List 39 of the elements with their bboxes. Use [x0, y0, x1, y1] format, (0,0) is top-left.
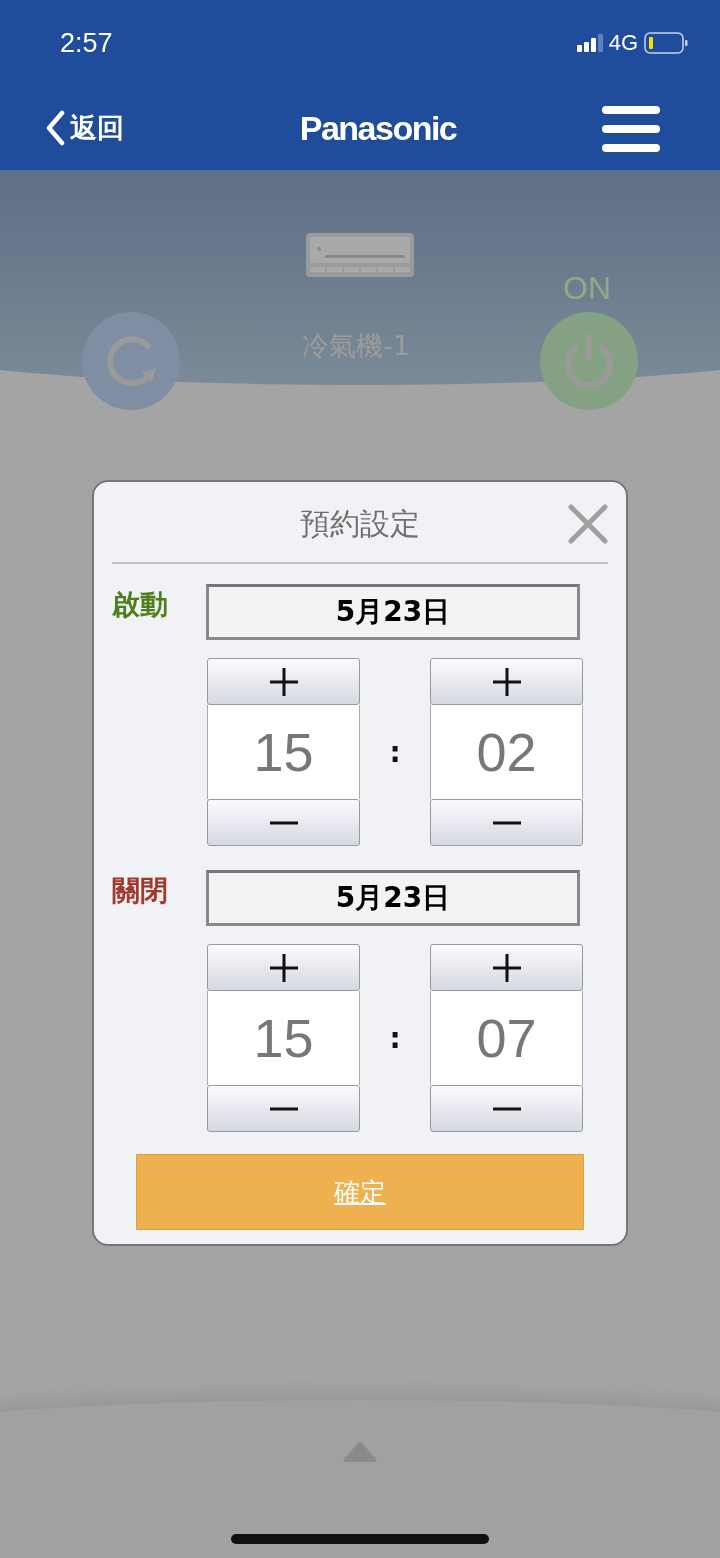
power-button[interactable]	[540, 312, 638, 410]
back-button[interactable]: 返回	[44, 110, 124, 146]
section-label: 啟動	[112, 587, 169, 623]
minus-icon	[491, 1106, 522, 1111]
minus-icon	[268, 820, 299, 825]
status-time: 2:57	[60, 27, 113, 59]
decrement-button[interactable]	[430, 1085, 583, 1132]
hour-value: 15	[207, 705, 360, 799]
increment-button[interactable]	[430, 658, 583, 705]
network-label: 4G	[608, 30, 638, 56]
plus-icon	[268, 666, 299, 697]
increment-button[interactable]	[430, 944, 583, 991]
signal-icon	[576, 34, 603, 52]
plus-icon	[268, 952, 299, 983]
minus-icon	[268, 1106, 299, 1111]
chevron-left-icon	[44, 110, 66, 146]
decrement-button[interactable]	[207, 799, 360, 846]
brand-logo: Panasonic	[299, 108, 457, 148]
time-separator: :	[388, 735, 402, 769]
refresh-button[interactable]	[82, 312, 180, 410]
time-separator: :	[388, 1021, 402, 1055]
section-label: 關閉	[112, 873, 169, 909]
minus-icon	[491, 820, 522, 825]
menu-icon[interactable]	[602, 104, 660, 152]
battery-icon	[644, 32, 688, 54]
plus-icon	[491, 666, 522, 697]
plus-icon	[491, 952, 522, 983]
minute-value: 02	[430, 705, 583, 799]
decrement-button[interactable]	[430, 799, 583, 846]
hour-value: 15	[207, 991, 360, 1085]
decrement-button[interactable]	[207, 1085, 360, 1132]
minute-value: 07	[430, 991, 583, 1085]
dialog-title: 預約設定	[300, 504, 420, 543]
date-field[interactable]: 5月23日	[206, 870, 580, 926]
increment-button[interactable]	[207, 944, 360, 991]
close-icon[interactable]	[568, 504, 608, 544]
increment-button[interactable]	[207, 658, 360, 705]
air-conditioner-icon	[305, 232, 415, 278]
date-field[interactable]: 5月23日	[206, 584, 580, 640]
